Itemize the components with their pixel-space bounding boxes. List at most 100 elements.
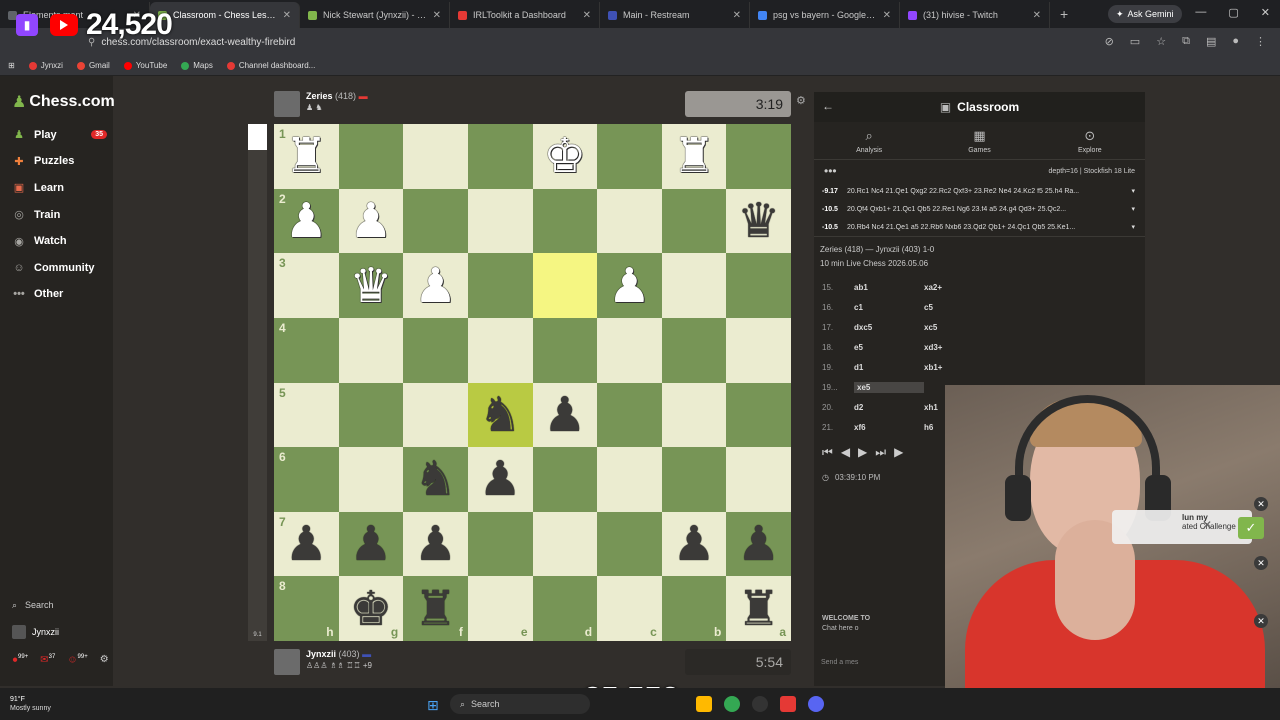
board-square[interactable]: d	[532, 576, 598, 641]
close-notification-icon[interactable]: ✕	[1254, 556, 1268, 570]
board-square[interactable]	[597, 124, 662, 189]
bookmark-star-icon[interactable]: ☆	[1156, 35, 1166, 48]
board-square[interactable]	[726, 253, 791, 318]
board-square[interactable]: a ♜	[726, 576, 791, 641]
close-tab-icon[interactable]: ✕	[733, 10, 741, 21]
board-square[interactable]	[661, 317, 727, 383]
board-settings-icon[interactable]: ⚙	[796, 94, 806, 107]
board-square[interactable]: 6	[274, 447, 339, 512]
board-square[interactable]: ♟	[597, 253, 662, 318]
board-square[interactable]	[532, 447, 598, 512]
board-square[interactable]: ♟	[403, 511, 468, 577]
board-square[interactable]	[532, 317, 598, 383]
sidebar-item-play[interactable]: ♟ Play 35	[12, 128, 107, 141]
apps-icon[interactable]: ⊞	[8, 61, 15, 70]
board-square[interactable]	[661, 382, 727, 448]
sidebar-item-train[interactable]: ◎ Train	[12, 208, 107, 222]
board-square[interactable]: e	[467, 576, 533, 641]
sidebar-search[interactable]: ⌕ Search	[12, 600, 54, 611]
black-queen-icon[interactable]: ♛	[737, 197, 780, 245]
board-square[interactable]: ♟	[532, 382, 598, 448]
board-square[interactable]	[467, 253, 533, 318]
tab-analysis[interactable]: ⌕ Analysis	[829, 128, 909, 154]
bookmark-item[interactable]: YouTube	[123, 61, 167, 70]
board-square[interactable]	[597, 511, 662, 577]
white-pawn-icon[interactable]: ♟	[414, 262, 457, 310]
windows-start-icon[interactable]: ⊞	[427, 697, 439, 714]
top-player-avatar[interactable]	[274, 91, 300, 117]
discord-icon[interactable]	[808, 696, 824, 712]
first-move-icon[interactable]: ⏮	[822, 445, 833, 460]
messages-icon[interactable]: ✉37	[40, 654, 55, 665]
chess-board[interactable]: 1 ♜ ♚ ♜ 2 ♟ ♟ ♛ 3 ♛ ♟ ♟ 4 5 ♞ ♟ 6 ♞ ♟ 7 ♟ ♟ ♟ ♟ ♟ 8 h g ♚ f ♜ e d c b a ♜	[274, 124, 791, 641]
white-pawn-icon[interactable]: ♟	[285, 197, 328, 245]
expand-line-icon[interactable]: ▾	[1131, 187, 1135, 195]
board-square[interactable]: 1 ♜	[274, 124, 339, 189]
board-square[interactable]	[532, 511, 598, 577]
board-square[interactable]	[726, 124, 791, 189]
profile-icon[interactable]: ●	[1232, 35, 1239, 48]
board-square[interactable]	[467, 511, 533, 577]
browser-tab[interactable]: Nick Stewart (Jynxzii) - Chess ✕	[300, 2, 450, 28]
white-move[interactable]: d1	[854, 363, 924, 372]
black-pawn-icon[interactable]: ♟	[543, 391, 586, 439]
white-move[interactable]: ab1	[854, 283, 924, 292]
bookmark-item[interactable]: Gmail	[76, 61, 110, 70]
board-square[interactable]: ♚	[532, 124, 598, 189]
board-square[interactable]	[726, 447, 791, 512]
board-square[interactable]: 7 ♟	[274, 511, 339, 577]
board-square[interactable]	[597, 382, 662, 448]
more-options-icon[interactable]: •••	[824, 164, 837, 178]
white-king-icon[interactable]: ♚	[543, 132, 586, 180]
previous-move-icon[interactable]: ◀	[841, 445, 850, 459]
obs-icon[interactable]	[752, 696, 768, 712]
bookmark-item[interactable]: Jynxzi	[28, 61, 63, 70]
close-tab-icon[interactable]: ✕	[883, 10, 891, 21]
board-square[interactable]: 5	[274, 382, 339, 448]
board-square[interactable]: ♞	[403, 447, 468, 512]
close-notification-icon[interactable]: ✕	[1254, 614, 1268, 628]
weather-widget[interactable]: 91°F Mostly sunny	[10, 695, 51, 713]
black-move[interactable]: xd3+	[924, 343, 994, 352]
board-square[interactable]: b	[661, 576, 727, 641]
close-tab-icon[interactable]: ✕	[583, 10, 591, 21]
black-knight-icon[interactable]: ♞	[414, 455, 457, 503]
board-square[interactable]	[597, 447, 662, 512]
taskbar-search[interactable]: ⌕ Search	[450, 694, 590, 714]
sidebar-user[interactable]: Jynxzii	[12, 625, 59, 639]
board-square[interactable]	[403, 124, 468, 189]
sidebar-item-learn[interactable]: ▣ Learn	[12, 181, 107, 195]
board-square[interactable]	[338, 317, 404, 383]
board-square[interactable]	[532, 253, 598, 318]
board-square[interactable]: ♞	[467, 382, 533, 448]
board-square[interactable]: 2 ♟	[274, 188, 339, 254]
tab-games[interactable]: ▦ Games	[939, 128, 1019, 154]
browser-tab[interactable]: (31) hivise - Twitch ✕	[900, 2, 1050, 28]
black-knight-icon[interactable]: ♞	[479, 391, 522, 439]
board-square[interactable]	[338, 382, 404, 448]
board-square[interactable]: ♛	[726, 188, 791, 254]
extensions-icon[interactable]: ⧉	[1182, 35, 1190, 48]
minimize-icon[interactable]: —	[1195, 6, 1206, 19]
sidebar-item-other[interactable]: ••• Other	[12, 288, 107, 300]
board-square[interactable]: g ♚	[338, 576, 404, 641]
board-square[interactable]: f ♜	[403, 576, 468, 641]
browser-tab[interactable]: IRLToolkit a Dashboard ✕	[450, 2, 600, 28]
browser-tab[interactable]: psg vs bayern - Google Search ✕	[750, 2, 900, 28]
engine-line[interactable]: -10.5 20.Rb4 Nc4 21.Qe1 a5 22.Rb6 Nxb6 23…	[814, 218, 1145, 236]
board-square[interactable]	[403, 382, 468, 448]
engine-line[interactable]: -9.17 20.Rc1 Nc4 21.Qe1 Qxg2 22.Rc2 Qxf3+…	[814, 182, 1145, 200]
file-explorer-icon[interactable]	[696, 696, 712, 712]
sidebar-item-community[interactable]: ☺ Community	[12, 262, 107, 274]
white-move[interactable]: xe5	[854, 381, 924, 393]
board-square[interactable]: ♟	[403, 253, 468, 318]
accept-challenge-icon[interactable]: ✓	[1238, 517, 1264, 539]
board-square[interactable]: ♛	[338, 253, 404, 318]
board-square[interactable]: ♟	[467, 447, 533, 512]
board-square[interactable]	[403, 188, 468, 254]
menu-icon[interactable]: ⋮	[1255, 35, 1266, 48]
board-square[interactable]: ♟	[726, 511, 791, 577]
board-square[interactable]	[726, 382, 791, 448]
browser-tab[interactable]: Classroom - Chess Lessons ✕	[150, 2, 300, 28]
board-square[interactable]	[661, 188, 727, 254]
